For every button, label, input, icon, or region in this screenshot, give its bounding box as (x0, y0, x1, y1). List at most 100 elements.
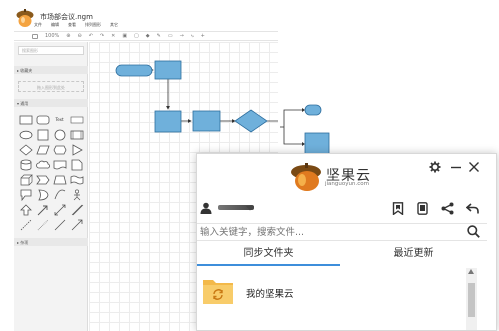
general-shapes-grid: Text (17, 112, 87, 232)
shape-cube[interactable] (17, 172, 34, 187)
node-step-2[interactable] (154, 110, 182, 133)
tablet-icon[interactable] (417, 202, 428, 215)
shape-hexagon[interactable] (51, 142, 68, 157)
undo-icon[interactable]: ↶ (89, 33, 93, 39)
sync-folder-icon[interactable] (202, 276, 234, 306)
minimize-icon[interactable] (450, 161, 462, 173)
menu-edit[interactable]: 编辑 (51, 22, 59, 28)
shape-circle[interactable] (51, 127, 68, 142)
search-bar (197, 223, 487, 241)
to-front-icon[interactable]: ▣ (122, 33, 127, 39)
shape-cloud[interactable] (34, 157, 51, 172)
shape-square[interactable] (34, 127, 51, 142)
back-arrow-icon[interactable] (466, 203, 479, 214)
connector-branch-up (283, 109, 302, 127)
search-icon[interactable] (467, 225, 480, 238)
search-input[interactable] (200, 226, 455, 239)
scroll-up-arrow-icon[interactable] (468, 269, 474, 274)
delete-icon[interactable]: ✕ (111, 33, 115, 39)
shape-line-dotted[interactable] (34, 217, 51, 232)
shape-actor[interactable] (68, 187, 85, 202)
gear-icon[interactable] (429, 161, 441, 173)
tab-recent-updates[interactable]: 最近更新 (340, 244, 487, 266)
menu-arrange[interactable]: 排列图形 (85, 22, 101, 28)
tab-bar: 同步文件夹 最近更新 (197, 244, 487, 266)
menu-view[interactable]: 查看 (68, 22, 76, 28)
shape-line-double[interactable] (68, 202, 85, 217)
shape-arrow-line[interactable] (68, 217, 85, 232)
user-icon[interactable] (200, 202, 212, 214)
line-color-icon[interactable]: ✎ (157, 33, 161, 39)
shape-search-input[interactable]: 搜索图形 (18, 46, 84, 55)
shape-rounded-rectangle[interactable] (34, 112, 51, 127)
flowchart-diagram-right (280, 104, 330, 155)
node-decision[interactable] (234, 109, 268, 133)
shape-diamond[interactable] (17, 142, 34, 157)
share-icon[interactable] (441, 202, 454, 215)
insert-icon[interactable]: + (201, 33, 205, 39)
misc-section-header[interactable]: ▸ 杂项 (14, 238, 88, 246)
connector-branch-down (283, 127, 302, 145)
shape-or-gate[interactable] (34, 187, 51, 202)
node-end-terminal[interactable] (304, 104, 322, 116)
shape-arrow-up[interactable] (17, 202, 34, 217)
favorites-dropzone[interactable]: 拖入图形到此处 (18, 81, 84, 92)
shape-text[interactable]: Text (51, 112, 68, 127)
shape-document[interactable] (51, 157, 68, 172)
menu-bar: 文件 编辑 查看 排列图形 其它 (34, 22, 118, 28)
shape-ellipse[interactable] (17, 127, 34, 142)
active-tab-indicator (197, 264, 340, 266)
to-back-icon[interactable]: ▢ (134, 33, 139, 39)
node-step-3[interactable] (192, 110, 221, 132)
jianguoyun-logo-icon (291, 163, 321, 191)
favorites-section-header[interactable]: ▸ 收藏夹 (14, 66, 88, 74)
node-start[interactable] (115, 64, 153, 77)
scrollbar-thumb[interactable] (468, 283, 475, 317)
shape-step[interactable] (34, 172, 51, 187)
shape-callout[interactable] (17, 187, 34, 202)
zoom-out-icon[interactable]: ⊖ (78, 33, 82, 39)
general-section-header[interactable]: ▾ 通用 (14, 99, 88, 107)
shape-parallelogram[interactable] (34, 142, 51, 157)
logo-subtext: jianguoyun.com (325, 181, 369, 187)
shape-arrow-diagonal[interactable] (34, 202, 51, 217)
zoom-in-icon[interactable]: ⊕ (66, 33, 70, 39)
acorn-logo-icon (16, 9, 34, 27)
folder-list (197, 267, 487, 330)
fill-color-icon[interactable]: ◆ (146, 33, 150, 39)
arrowhead-up (302, 108, 305, 112)
node-final-step[interactable] (304, 132, 330, 155)
node-step-1[interactable] (154, 60, 182, 80)
redo-icon[interactable]: ↷ (100, 33, 104, 39)
shape-note[interactable] (68, 157, 85, 172)
shape-line-dashed[interactable] (17, 217, 34, 232)
chevron-down-icon[interactable] (246, 206, 254, 211)
connector-5[interactable] (267, 105, 278, 122)
shape-cylinder[interactable] (17, 157, 34, 172)
bookmark-icon[interactable] (392, 202, 404, 215)
menu-file[interactable]: 文件 (34, 22, 42, 28)
shape-curve-connector[interactable] (51, 187, 68, 202)
editor-toolbar: 100% ⊕ ⊖ ↶ ↷ ✕ ▣ ▢ ◆ ✎ ▭ → ⤷ + (14, 31, 278, 41)
menu-other[interactable]: 其它 (110, 22, 118, 28)
folder-name[interactable]: 我的坚果云 (246, 286, 294, 300)
shape-trapezoid[interactable] (51, 172, 68, 187)
zoom-level[interactable]: 100% (45, 33, 59, 39)
tab-sync-folders[interactable]: 同步文件夹 (197, 244, 340, 266)
shape-process[interactable] (68, 127, 85, 142)
shape-line[interactable] (51, 217, 68, 232)
window-title: 市场部会议.ngm (40, 13, 93, 21)
shape-triangle[interactable] (68, 142, 85, 157)
shape-arrow-bidirectional[interactable] (51, 202, 68, 217)
waypoint-icon[interactable]: ⤷ (191, 33, 194, 39)
shadow-icon[interactable]: ▭ (168, 33, 173, 39)
shape-sidebar: 搜索图形 ▸ 收藏夹 拖入图形到此处 ▾ 通用 Text ▸ 杂项 (14, 42, 88, 331)
shape-tape[interactable] (68, 172, 85, 187)
shape-text-label: Text (55, 117, 64, 122)
shape-heading[interactable] (68, 112, 85, 127)
close-icon[interactable] (468, 161, 480, 173)
connector-icon[interactable]: → (180, 33, 184, 39)
page-view-icon[interactable] (32, 33, 38, 39)
shape-rectangle[interactable] (17, 112, 34, 127)
arrowhead-down (302, 142, 305, 146)
